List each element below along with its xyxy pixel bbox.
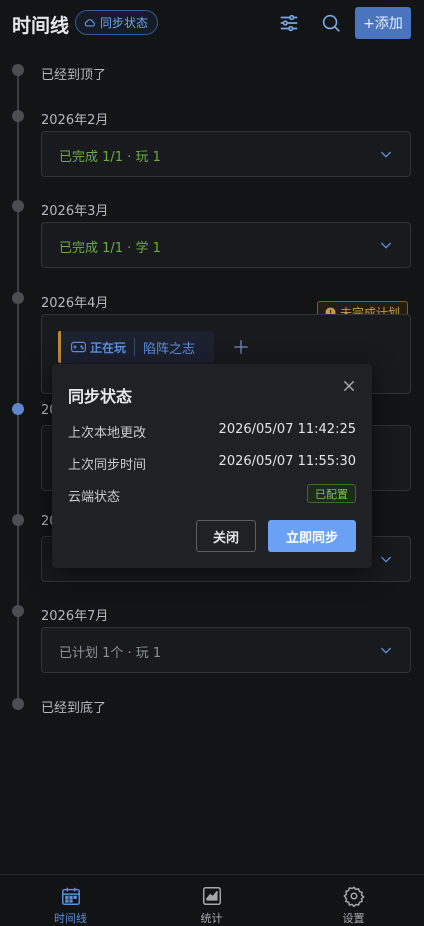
playing-status-label: 正在玩	[90, 340, 127, 355]
timeline-bottom-text: 已经到底了	[41, 701, 107, 716]
timeline-dot	[12, 110, 24, 122]
timeline-dot	[12, 698, 24, 710]
cloud-status-label: 云端状态	[68, 490, 121, 505]
cloud-icon	[84, 18, 95, 27]
month-summary: 已计划 1个 · 玩 1	[59, 646, 162, 661]
timeline-dot	[12, 200, 24, 212]
month-card-mar[interactable]: 已完成 1/1 · 学 1	[41, 222, 411, 268]
timeline-top-text: 已经到顶了	[41, 68, 107, 83]
sync-now-button[interactable]: 立即同步	[268, 520, 356, 552]
timeline-dot	[12, 64, 24, 76]
month-label: 2026年3月	[41, 204, 109, 219]
timeline-dot	[12, 514, 24, 526]
sync-status-dialog: 同步状态 上次本地更改 2026/05/07 11:42:25 上次同步时间 2…	[52, 364, 372, 568]
nav-item-settings[interactable]: 设置	[283, 875, 424, 926]
nav-item-timeline[interactable]: 时间线	[0, 875, 141, 926]
nav-label: 时间线	[54, 912, 87, 925]
cloud-status-badge: 已配置	[307, 484, 356, 503]
month-card-feb[interactable]: 已完成 1/1 · 玩 1	[41, 131, 411, 177]
sliders-icon[interactable]	[278, 12, 300, 34]
month-label: 2026年2月	[41, 113, 109, 128]
month-summary: 已完成 1/1 · 玩 1	[59, 150, 161, 165]
chevron-down-icon	[380, 242, 392, 249]
month-summary: 已完成 1/1 · 学 1	[59, 241, 161, 256]
playing-item[interactable]: 正在玩 陷阵之志	[58, 331, 214, 363]
chevron-down-icon	[380, 151, 392, 158]
sync-chip-label: 同步状态	[100, 16, 149, 30]
add-button[interactable]: +添加	[355, 7, 411, 39]
timeline-dot	[12, 605, 24, 617]
last-sync-time-value: 2026/05/07 11:55:30	[218, 454, 356, 469]
close-icon[interactable]	[342, 379, 356, 393]
sync-status-chip[interactable]: 同步状态	[75, 10, 159, 35]
game-name: 陷阵之志	[143, 341, 196, 357]
playing-status-badge: 正在玩	[61, 338, 136, 356]
chart-icon	[202, 887, 221, 905]
chevron-down-icon	[380, 556, 392, 563]
nav-label: 设置	[342, 912, 365, 925]
dialog-title: 同步状态	[68, 387, 133, 406]
last-local-change-label: 上次本地更改	[68, 426, 147, 441]
close-button[interactable]: 关闭	[196, 520, 256, 552]
chevron-down-icon	[380, 647, 392, 654]
bottom-nav: 时间线 统计 设置	[0, 874, 424, 926]
nav-item-stats[interactable]: 统计	[141, 875, 282, 926]
last-local-change-value: 2026/05/07 11:42:25	[218, 422, 356, 437]
add-item-icon[interactable]	[232, 338, 250, 356]
calendar-icon	[61, 887, 80, 905]
gamepad-icon	[71, 341, 86, 353]
nav-label: 统计	[200, 912, 223, 925]
last-sync-time-label: 上次同步时间	[68, 458, 147, 473]
timeline-dot-current	[12, 403, 24, 415]
page-title: 时间线	[12, 15, 70, 37]
month-card-jul[interactable]: 已计划 1个 · 玩 1	[41, 627, 411, 673]
gear-icon	[342, 886, 365, 907]
search-icon[interactable]	[320, 12, 342, 34]
month-label: 2026年4月	[41, 296, 109, 311]
month-label: 2026年7月	[41, 609, 109, 624]
timeline-dot	[12, 292, 24, 304]
top-bar: 时间线 同步状态 +添加	[0, 0, 424, 48]
